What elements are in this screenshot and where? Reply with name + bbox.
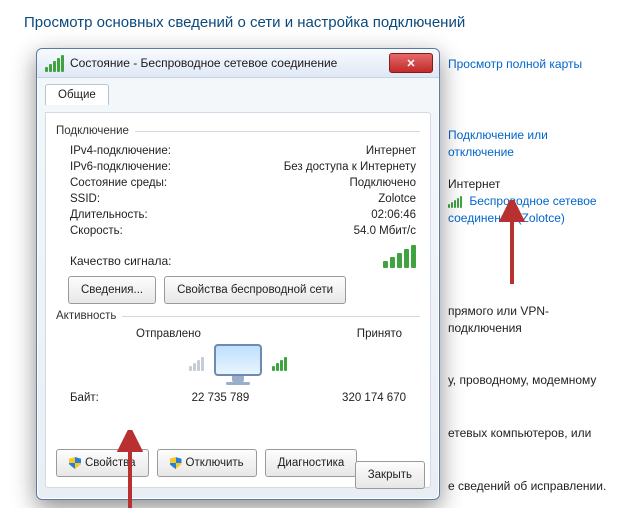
received-label: Принято — [357, 328, 402, 340]
status-dialog: Состояние - Беспроводное сетевое соедине… — [36, 48, 440, 500]
wifi-properties-button[interactable]: Свойства беспроводной сети — [164, 276, 346, 304]
wifi-signal-icon — [448, 196, 462, 208]
dialog-title: Состояние - Беспроводное сетевое соедине… — [70, 56, 389, 70]
sent-signal-icon — [189, 357, 204, 371]
page-header-title: Просмотр основных сведений о сети и наст… — [0, 0, 620, 35]
signal-quality-label: Качество сигнала: — [70, 254, 171, 268]
bytes-recv-value: 320 174 670 — [342, 392, 406, 404]
tab-panel-general: Подключение IPv4-подключение: Интернет IP… — [45, 112, 431, 488]
close-dialog-button[interactable]: Закрыть — [355, 461, 425, 489]
ipv6-label: IPv6-подключение: — [70, 161, 171, 173]
duration-value: 02:06:46 — [371, 209, 416, 221]
media-state-label: Состояние среды: — [70, 177, 167, 189]
disable-button[interactable]: Отключить — [157, 449, 257, 477]
bg-text-3: етевых компьютеров, или — [448, 425, 608, 442]
wifi-connection-link[interactable]: Беспроводное сетевое соединение (Zolotce… — [448, 194, 597, 225]
close-button[interactable]: ✕ — [389, 53, 433, 73]
recv-signal-icon — [272, 357, 287, 371]
ssid-value: Zolotce — [378, 193, 416, 205]
connect-disconnect-link[interactable]: Подключение или отключение — [448, 128, 548, 159]
internet-label: Интернет — [448, 176, 608, 193]
sent-label: Отправлено — [136, 328, 201, 340]
speed-value: 54.0 Мбит/с — [354, 225, 416, 237]
bytes-label: Байт: — [70, 392, 99, 404]
properties-button[interactable]: Свойства — [56, 449, 149, 477]
ipv6-value: Без доступа к Интернету — [284, 161, 416, 173]
full-map-link[interactable]: Просмотр полной карты — [448, 57, 582, 71]
bg-text-2: у, проводному, модемному — [448, 372, 608, 389]
ipv4-value: Интернет — [366, 145, 416, 157]
duration-label: Длительность: — [70, 209, 148, 221]
shield-icon — [69, 457, 81, 469]
signal-quality-icon — [383, 245, 416, 268]
ssid-label: SSID: — [70, 193, 100, 205]
wifi-signal-icon — [45, 55, 64, 72]
shield-icon — [170, 457, 182, 469]
speed-label: Скорость: — [70, 225, 123, 237]
dialog-titlebar[interactable]: Состояние - Беспроводное сетевое соедине… — [37, 49, 439, 78]
bg-text-1: прямого или VPN-подключения — [448, 303, 608, 337]
group-activity-label: Активность — [56, 310, 122, 322]
computer-icon — [210, 344, 266, 384]
bg-text-4: е сведений об исправлении. — [448, 478, 608, 495]
ipv4-label: IPv4-подключение: — [70, 145, 171, 157]
tab-general[interactable]: Общие — [45, 84, 109, 105]
group-connection-label: Подключение — [56, 125, 135, 137]
bytes-sent-value: 22 735 789 — [99, 392, 342, 404]
close-icon: ✕ — [406, 57, 415, 70]
media-state-value: Подключено — [350, 177, 417, 189]
details-button[interactable]: Сведения... — [68, 276, 156, 304]
diagnostics-button[interactable]: Диагностика — [265, 449, 358, 477]
